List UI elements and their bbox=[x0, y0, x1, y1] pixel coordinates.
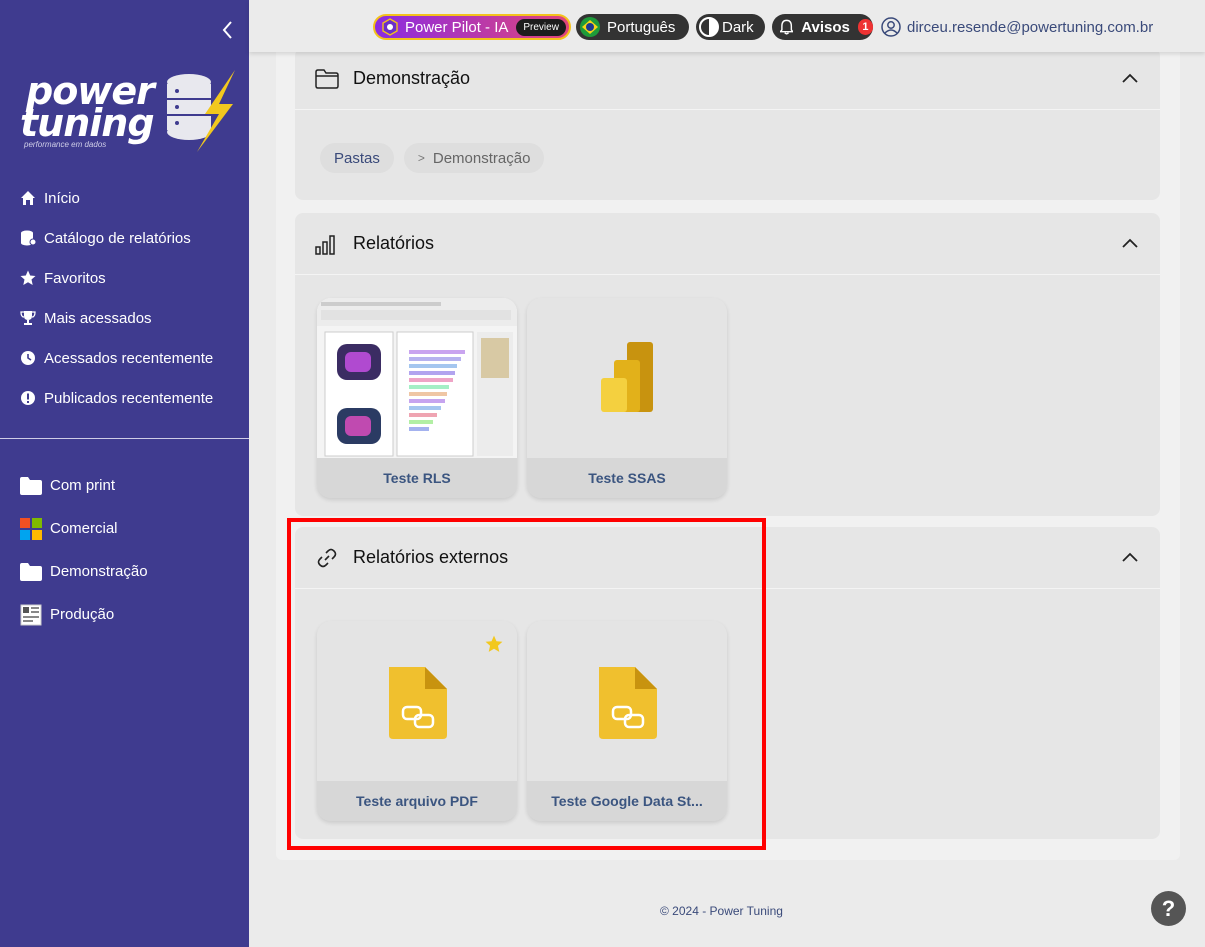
chevron-up-icon[interactable] bbox=[1120, 70, 1140, 86]
external-reports-section-header[interactable]: Relatórios externos bbox=[295, 527, 1160, 589]
hexagon-logo-icon bbox=[382, 18, 398, 36]
folder-nav: Com print Comercial Demonstração Produçã… bbox=[0, 464, 249, 636]
logo-word-tuning: tuning bbox=[20, 101, 155, 145]
nav-item-inicio[interactable]: Início bbox=[0, 178, 249, 218]
nav-item-acessados-recentemente[interactable]: Acessados recentemente bbox=[0, 338, 249, 378]
nav-item-publicados-recentemente[interactable]: Publicados recentemente bbox=[0, 378, 249, 418]
power-pilot-button[interactable]: Power Pilot - IA Preview bbox=[373, 14, 571, 40]
collapse-sidebar-button[interactable] bbox=[218, 18, 238, 42]
nav-item-label: Favoritos bbox=[44, 269, 106, 287]
folder-item-producao[interactable]: Produção bbox=[0, 593, 249, 636]
user-circle-icon bbox=[881, 17, 901, 37]
reports-section-title: Relatórios bbox=[353, 233, 435, 253]
language-selector[interactable]: Português bbox=[576, 14, 689, 40]
breadcrumb-label: Demonstração bbox=[432, 149, 531, 167]
contrast-icon bbox=[699, 17, 719, 37]
nav-item-label: Mais acessados bbox=[44, 309, 152, 327]
chevron-up-icon[interactable] bbox=[1120, 235, 1140, 251]
power-bi-icon bbox=[601, 342, 653, 412]
breadcrumb: Pastas > Demonstração bbox=[320, 143, 545, 173]
folder-item-label: Produção bbox=[50, 606, 115, 623]
folder-outline-icon bbox=[315, 68, 339, 90]
reports-section-header[interactable]: Relatórios bbox=[295, 213, 1160, 275]
breadcrumb-label: Pastas bbox=[334, 149, 380, 167]
folder-section: Demonstração Pastas > Demonstração bbox=[295, 48, 1160, 200]
external-report-card-title: Teste Google Data St... bbox=[527, 781, 727, 821]
external-reports-section: Relatórios externos Teste arquivo PDF Te… bbox=[295, 527, 1160, 839]
reports-section: Relatórios Teste RLS Teste SSAS bbox=[295, 213, 1160, 516]
bar-chart-icon bbox=[315, 233, 339, 255]
main-nav: Início Catálogo de relatórios Favoritos … bbox=[0, 178, 249, 418]
preview-badge: Preview bbox=[516, 18, 566, 36]
folder-item-label: Comercial bbox=[50, 520, 118, 537]
folder-section-title: Demonstração bbox=[353, 68, 471, 88]
report-thumbnail-image bbox=[317, 298, 517, 458]
linked-file-icon bbox=[599, 667, 657, 739]
breadcrumb-item-pastas[interactable]: Pastas bbox=[320, 143, 394, 173]
alert-icon bbox=[20, 390, 36, 406]
folder-item-com-print[interactable]: Com print bbox=[0, 464, 249, 507]
clock-icon bbox=[20, 350, 36, 366]
folder-item-comercial[interactable]: Comercial bbox=[0, 507, 249, 550]
sidebar-divider bbox=[0, 438, 249, 439]
chevron-left-icon bbox=[222, 21, 232, 39]
report-thumbnail bbox=[527, 298, 727, 458]
chevron-up-icon[interactable] bbox=[1120, 549, 1140, 565]
database-icon bbox=[20, 230, 36, 246]
top-bar: Power Pilot - IA Preview Português Dark … bbox=[249, 0, 1205, 52]
report-card-title: Teste RLS bbox=[317, 458, 517, 498]
power-pilot-label: Power Pilot - IA bbox=[405, 18, 509, 36]
nav-item-mais-acessados[interactable]: Mais acessados bbox=[0, 298, 249, 338]
folder-section-header[interactable]: Demonstração bbox=[295, 48, 1160, 110]
user-email: dirceu.resende@powertuning.com.br bbox=[907, 18, 1154, 36]
star-icon bbox=[20, 270, 36, 286]
user-menu[interactable]: dirceu.resende@powertuning.com.br bbox=[881, 15, 1153, 39]
external-report-card[interactable]: Teste Google Data St... bbox=[527, 621, 727, 821]
nav-item-label: Acessados recentemente bbox=[44, 349, 214, 367]
language-label: Português bbox=[607, 18, 676, 36]
nav-item-label: Catálogo de relatórios bbox=[44, 229, 191, 247]
home-icon bbox=[20, 190, 36, 206]
logo-tagline: performance em dados bbox=[24, 140, 107, 149]
theme-toggle[interactable]: Dark bbox=[696, 14, 765, 40]
power-tuning-logo[interactable]: power tuning performance em dados bbox=[18, 70, 240, 152]
external-report-card[interactable]: Teste arquivo PDF bbox=[317, 621, 517, 821]
bell-icon bbox=[780, 19, 794, 35]
report-card[interactable]: Teste RLS bbox=[317, 298, 517, 498]
external-report-card-title: Teste arquivo PDF bbox=[317, 781, 517, 821]
report-card[interactable]: Teste SSAS bbox=[527, 298, 727, 498]
folder-icon bbox=[20, 476, 42, 496]
database-bolt-icon bbox=[167, 70, 235, 152]
link-icon bbox=[315, 547, 339, 569]
nav-item-label: Publicados recentemente bbox=[44, 389, 214, 407]
external-reports-section-title: Relatórios externos bbox=[353, 547, 509, 567]
windows-grid-icon bbox=[20, 517, 42, 540]
report-card-title: Teste SSAS bbox=[527, 458, 727, 498]
help-button[interactable]: ? bbox=[1151, 891, 1186, 926]
folder-item-label: Demonstração bbox=[50, 563, 148, 580]
breadcrumb-separator: > bbox=[417, 151, 425, 165]
brazil-flag-icon bbox=[580, 17, 600, 37]
notices-label: Avisos bbox=[801, 18, 850, 36]
folder-icon bbox=[20, 562, 42, 582]
trophy-icon bbox=[20, 310, 36, 326]
nav-item-catalogo[interactable]: Catálogo de relatórios bbox=[0, 218, 249, 258]
production-icon bbox=[20, 604, 42, 625]
sidebar: power tuning performance em dados Início… bbox=[0, 0, 249, 947]
theme-label: Dark bbox=[722, 18, 754, 36]
nav-item-favoritos[interactable]: Favoritos bbox=[0, 258, 249, 298]
external-report-thumbnail bbox=[527, 621, 727, 781]
folder-item-label: Com print bbox=[50, 477, 116, 494]
notices-button[interactable]: Avisos 1 bbox=[772, 14, 873, 40]
nav-item-label: Início bbox=[44, 189, 80, 207]
favorite-star-icon[interactable] bbox=[485, 635, 503, 653]
folder-item-demonstracao[interactable]: Demonstração bbox=[0, 550, 249, 593]
notices-count-badge: 1 bbox=[857, 19, 873, 35]
breadcrumb-item-demonstracao[interactable]: > Demonstração bbox=[403, 143, 545, 173]
footer-copyright: © 2024 - Power Tuning bbox=[660, 904, 783, 918]
